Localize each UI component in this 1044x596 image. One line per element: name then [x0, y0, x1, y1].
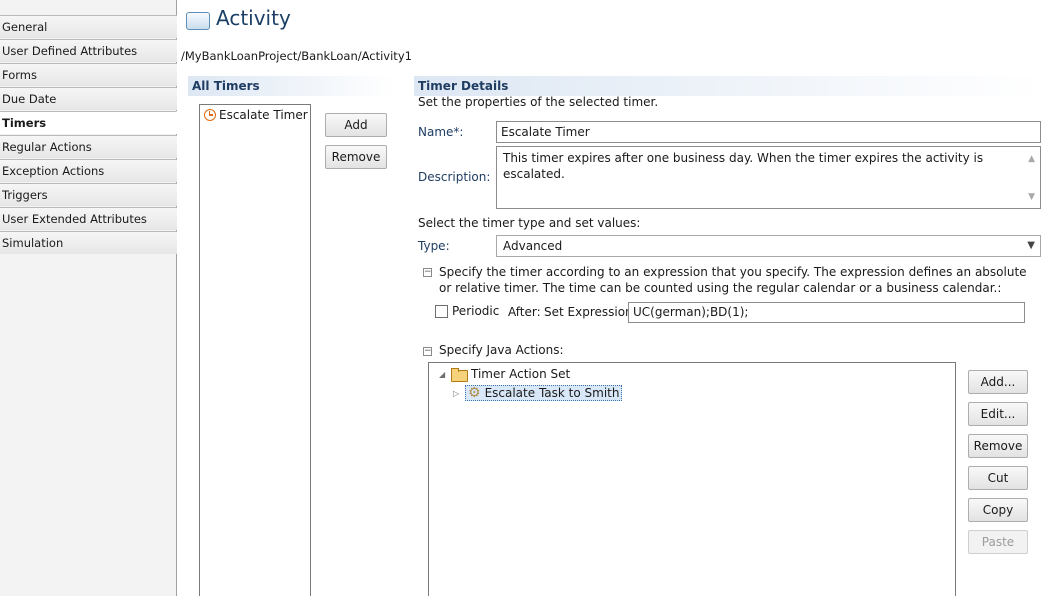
clock-icon — [204, 109, 216, 121]
tab-timers[interactable]: Timers — [0, 111, 177, 134]
type-label: Type: — [418, 239, 450, 253]
periodic-label: Periodic — [452, 304, 500, 318]
tree-node-label: Timer Action Set — [471, 367, 571, 381]
tree-node-escalate-task[interactable]: ▷ ⚙ Escalate Task to Smith — [453, 385, 623, 401]
tree-node-selected-label[interactable]: ⚙ Escalate Task to Smith — [465, 385, 623, 401]
expression-section-text: Specify the timer according to an expres… — [439, 265, 1027, 295]
select-type-label: Select the timer type and set values: — [418, 216, 641, 230]
timer-details-subtitle: Set the properties of the selected timer… — [418, 95, 659, 109]
description-label: Description: — [418, 170, 491, 184]
expanded-arrow-icon[interactable]: ◢ — [439, 370, 447, 379]
tree-node-label: Escalate Task to Smith — [484, 386, 620, 400]
chevron-down-icon: ▼ — [1027, 240, 1035, 251]
tab-exception-actions[interactable]: Exception Actions — [0, 159, 177, 182]
breadcrumb: /MyBankLoanProject/BankLoan/Activity1 — [181, 49, 412, 63]
tab-regular-actions[interactable]: Regular Actions — [0, 135, 177, 158]
type-select-value: Advanced — [503, 239, 563, 253]
java-actions-tree[interactable]: ◢ Timer Action Set ▷ ⚙ Escalate Task to … — [428, 362, 956, 596]
add-timer-button[interactable]: Add — [325, 113, 387, 137]
scroll-up-icon[interactable]: ▲ — [1028, 151, 1035, 167]
folder-open-icon — [451, 368, 468, 382]
timers-list[interactable]: Escalate Timer — [199, 104, 311, 596]
timer-details-header: Timer Details — [414, 76, 1044, 96]
tab-user-extended-attributes[interactable]: User Extended Attributes — [0, 207, 177, 230]
remove-timer-button[interactable]: Remove — [325, 145, 387, 169]
paste-action-button[interactable]: Paste — [968, 530, 1028, 554]
periodic-checkbox[interactable] — [435, 305, 448, 318]
set-expression-label: Set Expression: — [544, 305, 637, 319]
copy-action-button[interactable]: Copy — [968, 498, 1028, 522]
edit-action-button[interactable]: Edit... — [968, 402, 1028, 426]
activity-icon — [186, 12, 210, 30]
name-label: Name*: — [418, 125, 464, 139]
name-field[interactable]: Escalate Timer — [496, 121, 1041, 143]
after-label: After: — [508, 305, 541, 319]
remove-action-button[interactable]: Remove — [968, 434, 1028, 458]
list-item-label: Escalate Timer — [219, 108, 308, 122]
list-item-escalate-timer[interactable]: Escalate Timer — [204, 108, 308, 122]
collapsed-arrow-icon[interactable]: ▷ — [453, 389, 461, 398]
tree-node-timer-action-set[interactable]: ◢ Timer Action Set — [439, 367, 571, 382]
tab-user-defined-attributes[interactable]: User Defined Attributes — [0, 39, 177, 62]
properties-tab-bar: General User Defined Attributes Forms Du… — [0, 0, 177, 596]
tab-triggers[interactable]: Triggers — [0, 183, 177, 206]
cut-action-button[interactable]: Cut — [968, 466, 1028, 490]
description-text: This timer expires after one business da… — [503, 151, 984, 181]
scroll-down-icon[interactable]: ▼ — [1028, 189, 1035, 205]
type-select[interactable]: Advanced ▼ — [496, 235, 1041, 257]
tab-due-date[interactable]: Due Date — [0, 87, 177, 110]
collapse-expression-icon[interactable]: − — [423, 268, 432, 277]
add-action-button[interactable]: Add... — [968, 370, 1028, 394]
tab-simulation[interactable]: Simulation — [0, 231, 177, 254]
tab-forms[interactable]: Forms — [0, 63, 177, 86]
all-timers-header: All Timers — [188, 76, 394, 96]
tab-general[interactable]: General — [0, 15, 177, 38]
description-field[interactable]: This timer expires after one business da… — [496, 146, 1041, 209]
gear-icon: ⚙ — [468, 385, 481, 401]
java-actions-label: Specify Java Actions: — [439, 343, 564, 357]
page-title: Activity — [216, 6, 291, 30]
expression-field[interactable]: UC(german);BD(1); — [628, 302, 1025, 323]
collapse-java-actions-icon[interactable]: − — [423, 347, 432, 356]
